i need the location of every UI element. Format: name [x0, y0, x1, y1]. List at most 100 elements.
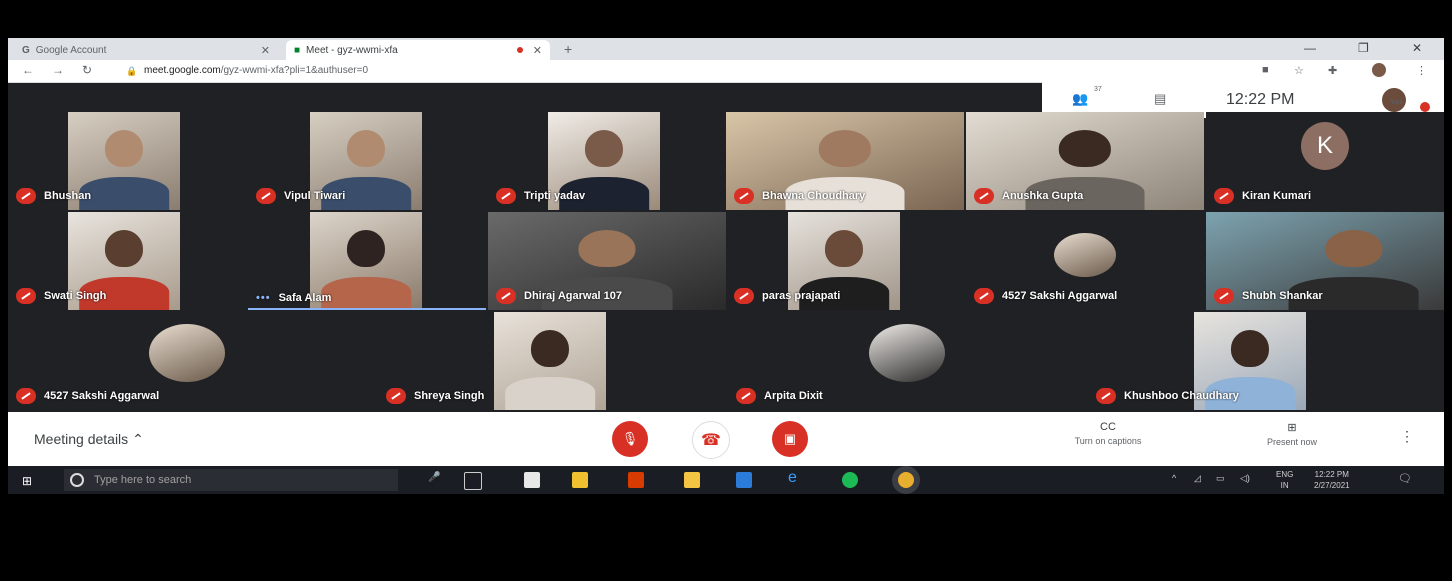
new-tab-icon[interactable]: + [564, 41, 572, 57]
participant-label: 4527 Sakshi Aggarwal [974, 288, 1117, 304]
mic-off-icon [974, 288, 994, 304]
participant-label: Swati Singh [16, 288, 106, 304]
participant-label: Khushboo Chaudhary [1096, 388, 1239, 404]
mic-off-icon: 🎙 [621, 431, 639, 446]
participant-tile[interactable]: Bhushan [8, 112, 246, 210]
menu-kebab-icon[interactable]: ⋮ [1416, 64, 1427, 77]
participant-tile[interactable]: Dhiraj Agarwal 107 [488, 212, 726, 310]
chat-icon[interactable]: ▤ [1154, 91, 1166, 107]
forward-icon[interactable]: → [52, 63, 64, 77]
chrome-icon[interactable] [898, 472, 914, 488]
cortana-icon [70, 473, 84, 487]
tab-google-account[interactable]: G Google Account ✕ [14, 40, 278, 60]
minimize-icon[interactable]: — [1304, 41, 1316, 55]
app-l-icon[interactable] [736, 472, 752, 488]
participant-tile[interactable]: paras prajapati [726, 212, 964, 310]
language-indicator[interactable]: ENG IN [1276, 469, 1293, 491]
participant-label: Kiran Kumari [1214, 188, 1311, 204]
recording-indicator-icon [516, 47, 523, 53]
mic-off-icon [496, 188, 516, 204]
lock-icon[interactable]: 🔒 [126, 66, 137, 77]
close-window-icon[interactable]: ✕ [1412, 41, 1422, 55]
participant-label: Arpita Dixit [736, 388, 823, 404]
mic-off-icon [734, 188, 754, 204]
captions-icon: CC [1100, 421, 1116, 433]
participant-tile[interactable]: Khushboo Chaudhary [1088, 312, 1444, 410]
mic-off-icon [1214, 188, 1234, 204]
bookmark-star-icon[interactable]: ☆ [1294, 64, 1304, 77]
office-icon[interactable] [628, 472, 644, 488]
spotify-icon[interactable] [842, 472, 858, 488]
extensions-icon[interactable]: ✚ [1328, 64, 1337, 77]
profile-avatar[interactable] [1372, 63, 1386, 77]
back-icon[interactable]: ← [22, 63, 34, 77]
windows-taskbar: ⊞ Type here to search 🎤 e ^ ◿ ▭ ◁) ENG IN… [8, 466, 1444, 494]
participant-tile[interactable]: Anushka Gupta [966, 112, 1204, 210]
participant-label: Tripti yadav [496, 188, 585, 204]
participant-tile[interactable]: Bhawna Choudhary [726, 112, 964, 210]
avatar [869, 324, 945, 383]
participant-tile[interactable]: Vipul Tiwari [248, 112, 486, 210]
participant-tile[interactable]: 4527 Sakshi Aggarwal [8, 312, 366, 410]
url-field[interactable]: meet.google.com/gyz-wwmi-xfa?pli=1&authu… [144, 65, 368, 76]
active-speaker-bar [248, 308, 486, 310]
participant-tile[interactable]: Shreya Singh [368, 312, 726, 410]
people-icon[interactable]: 👥 [1072, 91, 1088, 107]
tab-title: Meet - gyz-wwmi-xfa [306, 44, 398, 56]
close-tab-icon[interactable]: ✕ [533, 44, 542, 57]
battery-icon[interactable]: ▭ [1216, 473, 1225, 484]
mic-off-icon [256, 188, 276, 204]
close-tab-icon[interactable]: ✕ [261, 44, 270, 57]
mail-icon[interactable] [524, 472, 540, 488]
mic-off-icon [386, 388, 406, 404]
windows-start-icon[interactable]: ⊞ [22, 474, 32, 488]
tab-meet[interactable]: ■ Meet - gyz-wwmi-xfa ✕ [286, 40, 550, 60]
present-now-button[interactable]: ⊞ Present now [1232, 421, 1352, 447]
task-view-icon[interactable] [464, 472, 482, 490]
participant-label: Dhiraj Agarwal 107 [496, 288, 622, 304]
restore-icon[interactable]: ❐ [1358, 41, 1369, 55]
mic-toggle-button[interactable]: 🎙 [612, 421, 648, 457]
participant-tile[interactable]: 4527 Sakshi Aggarwal [966, 212, 1204, 310]
store-icon[interactable] [572, 472, 588, 488]
leave-call-button[interactable]: ☎ [692, 421, 730, 459]
participant-tile[interactable]: Tripti yadav [488, 112, 726, 210]
volume-icon[interactable]: ◁) [1240, 473, 1250, 484]
participant-tile[interactable]: Arpita Dixit [728, 312, 1086, 410]
hang-up-icon: ☎ [701, 432, 721, 449]
captions-button[interactable]: CC Turn on captions [1048, 421, 1168, 446]
camera-off-icon: ▣ [783, 431, 797, 446]
mic-off-icon [496, 288, 516, 304]
system-clock[interactable]: 12:22 PM 2/27/2021 [1314, 469, 1350, 491]
participant-label: Bhushan [16, 188, 91, 204]
meeting-details-button[interactable]: Meeting details ⌃ [34, 431, 144, 448]
mic-off-icon [974, 188, 994, 204]
participant-label: Shreya Singh [386, 388, 484, 404]
address-bar: ← → ↻ 🔒 meet.google.com/gyz-wwmi-xfa?pli… [8, 60, 1444, 83]
notifications-icon[interactable]: 🗨 [1398, 472, 1412, 485]
participant-tile[interactable]: Shubh Shankar [1206, 212, 1444, 310]
reload-icon[interactable]: ↻ [82, 63, 92, 77]
participant-tile[interactable]: ••• Safa Alam [248, 212, 486, 310]
mic-off-icon [1096, 388, 1116, 404]
avatar [1054, 233, 1116, 278]
participant-label: Bhawna Choudhary [734, 188, 865, 204]
tray-chevron-icon[interactable]: ^ [1172, 473, 1176, 483]
network-icon[interactable]: ◿ [1194, 473, 1201, 484]
file-explorer-icon[interactable] [684, 472, 700, 488]
microphone-icon[interactable]: 🎤 [428, 472, 444, 488]
camera-indicator-icon[interactable]: ■ [1262, 64, 1269, 76]
participant-tile[interactable]: Swati Singh [8, 212, 246, 310]
taskbar-search-input[interactable]: Type here to search [64, 469, 398, 491]
notification-badge [1420, 102, 1430, 112]
participant-tile[interactable]: K Kiran Kumari [1206, 112, 1444, 210]
camera-toggle-button[interactable]: ▣ [772, 421, 808, 457]
participant-label: paras prajapati [734, 288, 840, 304]
browser-tab-strip: G Google Account ✕ ■ Meet - gyz-wwmi-xfa… [8, 38, 1444, 60]
participant-label: ••• Safa Alam [256, 292, 332, 304]
participant-label: Vipul Tiwari [256, 188, 345, 204]
more-options-icon[interactable]: ⋮ [1400, 428, 1414, 445]
you-label: You [1390, 99, 1402, 106]
edge-icon[interactable]: e [788, 469, 804, 486]
mic-off-icon [1214, 288, 1234, 304]
